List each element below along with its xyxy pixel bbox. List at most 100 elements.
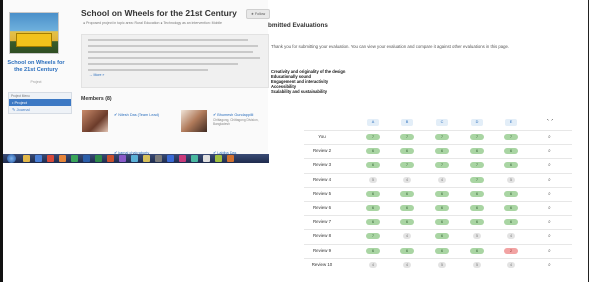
firefox-icon[interactable] xyxy=(59,155,66,162)
project-thumbnail xyxy=(9,12,59,54)
row-divider xyxy=(304,144,572,146)
more-link[interactable]: → More » xyxy=(89,73,104,77)
follow-button[interactable]: ★ Follow xyxy=(246,9,270,19)
evaluations-table: A B C D E ↖ ↗ You 7 7 7 7 7 ⌕ Review 2 6 6 6 6 6 ⌕ Rev… xyxy=(302,116,575,278)
score-badge: 6 xyxy=(400,190,414,197)
score-badge: 7 xyxy=(470,134,484,140)
members-heading: Members (8) xyxy=(81,96,112,102)
score-badge: 4 xyxy=(438,176,446,183)
row-divider xyxy=(304,130,572,131)
sidebar-project-sub: Project xyxy=(30,80,42,84)
score-badge: 6 xyxy=(400,148,414,155)
member-name[interactable]: ✔ Bhumesh Gundappilli xyxy=(213,112,253,117)
app-icon[interactable] xyxy=(131,155,138,162)
score-badge: 6 xyxy=(470,219,484,226)
score-badge: 6 xyxy=(504,205,518,211)
app-icon[interactable] xyxy=(155,155,162,162)
review-row-label: Review 8 xyxy=(312,233,332,239)
score-badge: 6 xyxy=(366,247,380,254)
review-row-label: Review 7 xyxy=(312,219,332,225)
app-icon[interactable] xyxy=(167,155,174,162)
column-header[interactable]: C xyxy=(436,119,448,126)
magnify-icon[interactable]: ⌕ xyxy=(548,163,553,168)
magnify-icon[interactable]: ⌕ xyxy=(548,135,553,140)
score-badge: 5 xyxy=(473,261,481,268)
expand-icon[interactable]: ↖ ↗ xyxy=(544,118,556,128)
row-divider xyxy=(304,201,572,202)
column-header[interactable]: A xyxy=(367,119,379,126)
score-badge: 4 xyxy=(403,176,411,183)
word-icon[interactable] xyxy=(83,155,90,162)
app-icon[interactable] xyxy=(191,155,198,162)
app-icon[interactable] xyxy=(215,155,222,162)
row-divider xyxy=(304,229,572,231)
column-header[interactable]: E xyxy=(505,119,517,126)
score-badge: 6 xyxy=(435,205,449,211)
column-header[interactable]: B xyxy=(401,119,413,126)
column-header[interactable]: D xyxy=(471,119,483,126)
score-badge: 6 xyxy=(470,205,484,211)
magnify-icon[interactable]: ⌕ xyxy=(548,262,553,268)
score-badge: 7 xyxy=(470,162,484,169)
chrome-icon[interactable] xyxy=(71,155,78,162)
member-avatar[interactable] xyxy=(82,110,108,132)
score-badge: 7 xyxy=(400,162,414,169)
score-badge: 5 xyxy=(438,261,446,268)
app-icon[interactable] xyxy=(143,155,150,162)
start-button-icon[interactable] xyxy=(7,154,16,163)
sidebar-item-journal[interactable]: ✎ Journal xyxy=(9,106,71,113)
excel-icon[interactable] xyxy=(95,155,102,162)
score-badge: 7 xyxy=(366,233,380,240)
member-name[interactable]: ✔ Nilesh Das (Team Lead) xyxy=(114,112,159,117)
score-badge: 6 xyxy=(504,148,518,155)
member-avatar[interactable] xyxy=(181,110,207,132)
app-icon[interactable] xyxy=(119,155,126,162)
review-row-label: Review 9 xyxy=(312,247,332,253)
score-badge: 6 xyxy=(366,219,380,226)
score-badge: 7 xyxy=(400,134,414,140)
score-badge: 6 xyxy=(366,162,380,169)
sidebar-item-project[interactable]: • Project xyxy=(9,99,71,106)
app-icon[interactable] xyxy=(179,155,186,162)
score-badge: 7 xyxy=(504,134,518,140)
score-badge: 7 xyxy=(435,162,449,169)
media-icon[interactable] xyxy=(35,155,42,162)
magnify-icon[interactable]: ⌕ xyxy=(548,220,553,225)
score-badge: 6 xyxy=(400,205,414,211)
browser-icon[interactable] xyxy=(47,155,54,162)
sidebar-project-title[interactable]: School on Wheels for the 21st Century xyxy=(7,60,65,74)
bus-image xyxy=(16,33,52,47)
score-badge: 6 xyxy=(504,162,518,169)
score-badge: 6 xyxy=(504,219,518,226)
criterion: Scalability and sustainability xyxy=(271,89,327,94)
app-icon[interactable] xyxy=(203,155,210,162)
app-icon[interactable] xyxy=(227,155,234,162)
magnify-icon[interactable]: ⌕ xyxy=(548,177,553,183)
score-badge: 7 xyxy=(366,134,380,140)
score-badge: 7 xyxy=(470,176,484,183)
score-badge: 6 xyxy=(366,205,380,211)
score-badge: 4 xyxy=(369,261,377,268)
member-location: Chittagong, Chittagong Division, Banglad… xyxy=(213,118,259,126)
score-badge: 6 xyxy=(504,190,518,197)
score-badge: 7 xyxy=(435,134,449,140)
magnify-icon[interactable]: ⌕ xyxy=(548,206,553,211)
magnify-icon[interactable]: ⌕ xyxy=(548,191,553,197)
score-badge: 6 xyxy=(435,190,449,197)
explorer-icon[interactable] xyxy=(23,155,30,162)
magnify-icon[interactable]: ⌕ xyxy=(548,248,553,254)
score-badge: 5 xyxy=(473,233,481,240)
row-divider xyxy=(304,243,572,245)
score-badge: 4 xyxy=(403,233,411,240)
powerpoint-icon[interactable] xyxy=(107,155,114,162)
score-badge: 6 xyxy=(435,247,449,254)
review-row-label: Review 2 xyxy=(312,148,332,154)
score-badge: 4 xyxy=(507,261,515,268)
project-panel: School on Wheels for the 21st Century Pr… xyxy=(3,0,270,160)
row-divider xyxy=(304,186,572,188)
score-badge: 6 xyxy=(400,219,414,226)
project-description: → More » xyxy=(81,34,269,88)
score-badge: 4 xyxy=(403,261,411,268)
magnify-icon[interactable]: ⌕ xyxy=(548,234,553,239)
magnify-icon[interactable]: ⌕ xyxy=(548,149,553,154)
